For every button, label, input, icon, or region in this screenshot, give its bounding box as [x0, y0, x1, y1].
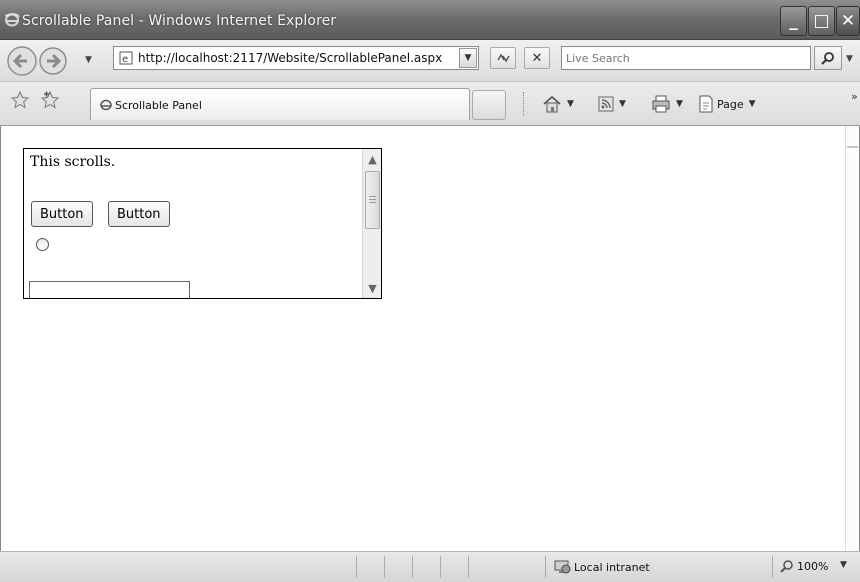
window-controls: _ □ ✕	[779, 6, 860, 36]
page-menu-button[interactable]: Page ▼	[698, 92, 756, 116]
refresh-button[interactable]	[490, 47, 516, 69]
address-dropdown-button[interactable]: ▼	[459, 48, 477, 68]
ie-page-icon	[100, 99, 112, 111]
chevron-down-icon: ▼	[464, 53, 472, 63]
page-scrollbar[interactable]	[845, 126, 859, 551]
maximize-button[interactable]: □	[808, 6, 835, 36]
scroll-up-arrow-icon[interactable]: ▲	[365, 151, 380, 167]
zoom-icon	[780, 560, 793, 573]
home-icon	[543, 95, 561, 113]
search-icon	[821, 52, 834, 65]
page-content: This scrolls. Button Button ▲ ▼	[0, 126, 860, 551]
tab-label: Scrollable Panel	[115, 99, 202, 112]
ie-logo-icon	[4, 13, 20, 27]
scrollbar-thumb[interactable]	[365, 171, 380, 229]
add-favorites-icon[interactable]	[40, 90, 60, 110]
page-menu-label: Page	[717, 97, 744, 111]
print-dropdown-icon[interactable]: ▼	[676, 99, 683, 109]
minimize-button[interactable]: _	[780, 6, 807, 36]
title-bar: Scrollable Panel - Windows Internet Expl…	[0, 0, 860, 40]
home-button[interactable]: ▼	[542, 92, 574, 116]
panel-scrollbar[interactable]: ▲ ▼	[362, 149, 381, 298]
tab-bar: Scrollable Panel ▼ ▼ ▼ Page ▼ »	[0, 82, 860, 126]
refresh-icon	[497, 53, 510, 63]
search-button[interactable]	[814, 46, 842, 70]
page-icon: e	[119, 51, 133, 65]
tab-scrollable-panel[interactable]: Scrollable Panel	[90, 88, 470, 120]
status-divider	[468, 556, 469, 578]
page-scrollbar-notch	[847, 146, 858, 148]
feeds-icon	[598, 96, 614, 112]
thumb-grip	[369, 199, 376, 200]
panel-radio-button[interactable]	[36, 238, 49, 251]
maximize-icon: □	[813, 11, 830, 31]
feeds-button[interactable]: ▼	[598, 92, 626, 116]
panel-text: This scrolls.	[30, 154, 116, 170]
forward-icon[interactable]	[39, 47, 67, 75]
security-zone-label: Local intranet	[574, 560, 650, 574]
new-tab-button[interactable]	[472, 90, 506, 120]
scroll-down-arrow-icon[interactable]: ▼	[365, 280, 380, 296]
close-button[interactable]: ✕	[836, 6, 860, 36]
close-icon: ✕	[840, 11, 856, 31]
zoom-dropdown-icon[interactable]: ▼	[840, 560, 847, 570]
window-title: Scrollable Panel - Windows Internet Expl…	[22, 13, 337, 29]
svg-text:e: e	[122, 54, 128, 65]
print-button[interactable]: ▼	[651, 92, 683, 116]
status-divider	[772, 556, 773, 578]
panel-text-field[interactable]	[29, 281, 190, 298]
back-forward-buttons	[7, 46, 67, 76]
thumb-grip	[369, 202, 376, 203]
page-menu-dropdown-icon: ▼	[748, 99, 756, 109]
zoom-level[interactable]: 100%	[780, 559, 828, 573]
recent-pages-dropdown-icon[interactable]: ▼	[85, 55, 92, 65]
globe-icon	[554, 560, 571, 574]
address-bar[interactable]: e http://localhost:2117/Website/Scrollab…	[113, 46, 479, 70]
thumb-grip	[369, 196, 376, 197]
favorites-star-icon[interactable]	[10, 90, 30, 110]
more-commands-icon[interactable]: »	[851, 90, 858, 103]
panel-button-2[interactable]: Button	[108, 201, 170, 227]
page-menu-icon	[699, 95, 713, 113]
stop-button[interactable]: ✕	[524, 47, 550, 69]
search-options-dropdown-icon[interactable]: ▼	[846, 54, 853, 64]
status-divider	[545, 556, 546, 578]
search-box[interactable]	[561, 46, 811, 70]
status-divider	[440, 556, 441, 578]
minimize-icon: _	[789, 11, 798, 31]
browser-window: Scrollable Panel - Windows Internet Expl…	[0, 0, 860, 582]
status-bar: Local intranet 100% ▼	[0, 551, 860, 582]
search-input[interactable]	[566, 50, 806, 66]
security-zone[interactable]: Local intranet	[553, 559, 650, 575]
status-divider	[412, 556, 413, 578]
status-divider	[384, 556, 385, 578]
address-url: http://localhost:2117/Website/Scrollable…	[138, 51, 443, 65]
scrollable-panel[interactable]: This scrolls. Button Button ▲ ▼	[23, 148, 382, 299]
feeds-dropdown-icon[interactable]: ▼	[619, 99, 626, 109]
panel-button-1[interactable]: Button	[31, 201, 93, 227]
print-icon	[652, 95, 670, 113]
navigation-bar: ▼ e http://localhost:2117/Website/Scroll…	[0, 40, 860, 82]
zoom-level-label: 100%	[797, 559, 829, 573]
toolbar-separator	[523, 92, 525, 116]
back-icon[interactable]	[7, 46, 37, 76]
status-divider	[356, 556, 357, 578]
stop-icon: ✕	[531, 50, 543, 66]
home-dropdown-icon[interactable]: ▼	[567, 99, 574, 109]
